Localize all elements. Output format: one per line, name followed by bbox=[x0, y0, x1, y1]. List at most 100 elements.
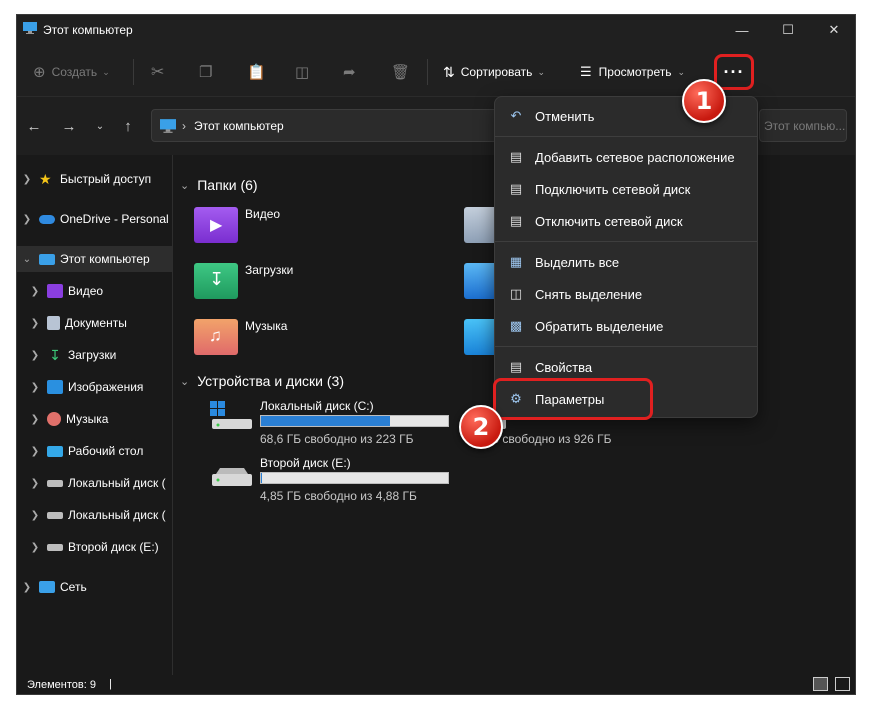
folder-videos[interactable]: ▶ Видео bbox=[194, 207, 280, 243]
sidebar-item-local-disk-c[interactable]: ❯ Локальный диск ( bbox=[17, 470, 172, 496]
sidebar-item-local-disk-d[interactable]: ❯ Локальный диск ( bbox=[17, 502, 172, 528]
select-all-icon: ▦ bbox=[509, 254, 523, 269]
sidebar-item-label: Документы bbox=[65, 316, 127, 330]
drives-group-label: Устройства и диски (3) bbox=[197, 373, 344, 389]
folder-label: Загрузки bbox=[245, 263, 294, 277]
drive-name: Локальный диск (C:) bbox=[260, 399, 374, 413]
disconnect-drive-icon: ▤ bbox=[509, 213, 523, 228]
sidebar-item-this-pc[interactable]: ⌄ Этот компьютер bbox=[17, 246, 172, 272]
sidebar-item-videos[interactable]: ❯ Видео bbox=[17, 278, 172, 304]
sidebar-item-documents[interactable]: ❯ Документы bbox=[17, 310, 172, 336]
menu-item-label: Выделить все bbox=[535, 254, 620, 270]
address-bar[interactable]: › Этот компьютер bbox=[151, 109, 501, 142]
computer-icon bbox=[23, 22, 37, 34]
folder-music[interactable]: ♫ Музыка bbox=[194, 319, 287, 355]
chevron-right-icon: ❯ bbox=[30, 381, 40, 393]
create-label: Создать bbox=[51, 65, 98, 79]
sidebar-item-desktop[interactable]: ❯ Рабочий стол bbox=[17, 438, 172, 464]
search-input[interactable]: Этот компью... bbox=[759, 109, 847, 142]
chevron-right-icon: ❯ bbox=[30, 285, 40, 297]
drive-c[interactable]: Локальный диск (C:) 68,6 ГБ свободно из … bbox=[210, 399, 460, 449]
folders-group-header[interactable]: ⌄ Папки (6) bbox=[180, 177, 258, 193]
sidebar-item-music[interactable]: ❯ Музыка bbox=[17, 406, 172, 432]
drive-name: Второй диск (E:) bbox=[260, 456, 351, 470]
select-none-icon: ◫ bbox=[509, 286, 523, 301]
sidebar-item-downloads[interactable]: ❯ ↧ Загрузки bbox=[17, 342, 172, 368]
menu-item-select-none[interactable]: ◫ Снять выделение bbox=[499, 279, 755, 309]
drives-group-header[interactable]: ⌄ Устройства и диски (3) bbox=[180, 373, 344, 389]
sort-label: Сортировать bbox=[460, 65, 533, 79]
back-arrow-icon[interactable]: ← bbox=[23, 115, 45, 137]
drive-free-space: 68,6 ГБ свободно из 223 ГБ bbox=[260, 432, 414, 446]
maximize-button[interactable]: ☐ bbox=[765, 15, 811, 45]
menu-item-add-network-location[interactable]: ▤ Добавить сетевое расположение bbox=[499, 142, 755, 172]
sidebar-item-label: Музыка bbox=[66, 412, 109, 426]
chevron-right-icon: ❯ bbox=[30, 317, 40, 329]
see-more-button[interactable]: ··· bbox=[714, 54, 754, 90]
sidebar-item-second-disk-e[interactable]: ❯ Второй диск (E:) bbox=[17, 534, 172, 560]
drive-icon bbox=[47, 543, 63, 551]
close-button[interactable]: ✕ bbox=[811, 15, 855, 45]
sidebar-item-quick-access[interactable]: ❯ ★ Быстрый доступ bbox=[17, 166, 172, 192]
sidebar-item-label: Сеть bbox=[60, 580, 87, 594]
sidebar-item-onedrive[interactable]: ❯ OneDrive - Personal bbox=[17, 206, 172, 232]
step-badge-1: 1 bbox=[682, 79, 726, 123]
view-list-icon: ☰ bbox=[580, 64, 592, 79]
recent-chevron-icon[interactable]: ⌄ bbox=[89, 115, 111, 137]
menu-item-invert-selection[interactable]: ▩ Обратить выделение bbox=[499, 311, 755, 341]
sort-button[interactable]: ⇅ Сортировать ⌄ bbox=[443, 59, 545, 85]
folder-downloads[interactable]: ↧ Загрузки bbox=[194, 263, 293, 299]
details-view-icon[interactable] bbox=[813, 677, 828, 691]
chevron-right-icon: ❯ bbox=[30, 413, 40, 425]
chevron-right-icon: ❯ bbox=[22, 581, 32, 593]
video-folder-icon: ▶ bbox=[194, 207, 238, 243]
up-arrow-icon[interactable]: ↑ bbox=[117, 115, 139, 137]
menu-item-label: Добавить сетевое расположение bbox=[535, 149, 735, 165]
menu-item-map-network-drive[interactable]: ▤ Подключить сетевой диск bbox=[499, 174, 755, 204]
see-more-menu: ↶ Отменить ▤ Добавить сетевое расположен… bbox=[494, 96, 758, 418]
sidebar-item-network[interactable]: ❯ Сеть bbox=[17, 574, 172, 600]
cut-icon[interactable]: ✂ bbox=[151, 59, 164, 85]
sidebar-item-label: Изображения bbox=[68, 380, 144, 394]
breadcrumb[interactable]: Этот компьютер bbox=[194, 119, 284, 133]
share-icon[interactable]: ➦ bbox=[343, 59, 356, 85]
menu-item-label: Снять выделение bbox=[535, 286, 643, 302]
drive-usage-bar bbox=[260, 415, 449, 427]
chevron-down-icon: ⌄ bbox=[180, 375, 190, 388]
chevron-down-icon: ⌄ bbox=[102, 66, 110, 77]
status-bar: Элементов: 9 | bbox=[17, 675, 855, 694]
sidebar-item-label: Этот компьютер bbox=[60, 252, 150, 266]
video-folder-icon bbox=[47, 284, 63, 298]
drive-e[interactable]: Второй диск (E:) 4,85 ГБ свободно из 4,8… bbox=[210, 456, 460, 506]
menu-item-disconnect-network-drive[interactable]: ▤ Отключить сетевой диск bbox=[499, 206, 755, 236]
sidebar-item-label: Видео bbox=[68, 284, 104, 298]
folder-label: Видео bbox=[245, 207, 281, 221]
chevron-down-icon: ⌄ bbox=[537, 66, 545, 77]
status-divider: | bbox=[109, 678, 112, 690]
copy-icon[interactable]: ❐ bbox=[199, 59, 212, 85]
view-button[interactable]: ☰ Просмотреть ⌄ bbox=[580, 59, 685, 85]
chevron-right-icon: ❯ bbox=[30, 509, 40, 521]
paste-icon[interactable]: 📋 bbox=[247, 59, 266, 85]
sidebar-item-label: Загрузки bbox=[68, 348, 117, 362]
music-icon bbox=[47, 412, 61, 426]
sidebar-item-label: Локальный диск ( bbox=[68, 476, 166, 490]
menu-item-label: Обратить выделение bbox=[535, 318, 664, 334]
sort-icon: ⇅ bbox=[443, 63, 455, 80]
menu-item-label: Отключить сетевой диск bbox=[535, 213, 683, 229]
forward-arrow-icon[interactable]: → bbox=[58, 115, 80, 137]
tiles-view-icon[interactable] bbox=[835, 677, 850, 691]
menu-item-select-all[interactable]: ▦ Выделить все bbox=[499, 247, 755, 277]
drive-icon bbox=[47, 511, 63, 519]
chevron-right-icon: ❯ bbox=[30, 477, 40, 489]
breadcrumb-separator: › bbox=[182, 118, 186, 133]
minimize-button[interactable]: — bbox=[719, 15, 765, 45]
drive-usage-fill bbox=[261, 473, 263, 483]
sidebar-item-pictures[interactable]: ❯ Изображения bbox=[17, 374, 172, 400]
drive-usage-fill bbox=[261, 416, 391, 426]
rename-icon[interactable]: ◫ bbox=[295, 59, 309, 85]
create-button[interactable]: ⊕ Создать ⌄ bbox=[33, 59, 110, 85]
view-label: Просмотреть bbox=[598, 65, 672, 79]
network-icon bbox=[39, 581, 55, 593]
delete-icon[interactable]: 🗑 bbox=[391, 59, 410, 85]
